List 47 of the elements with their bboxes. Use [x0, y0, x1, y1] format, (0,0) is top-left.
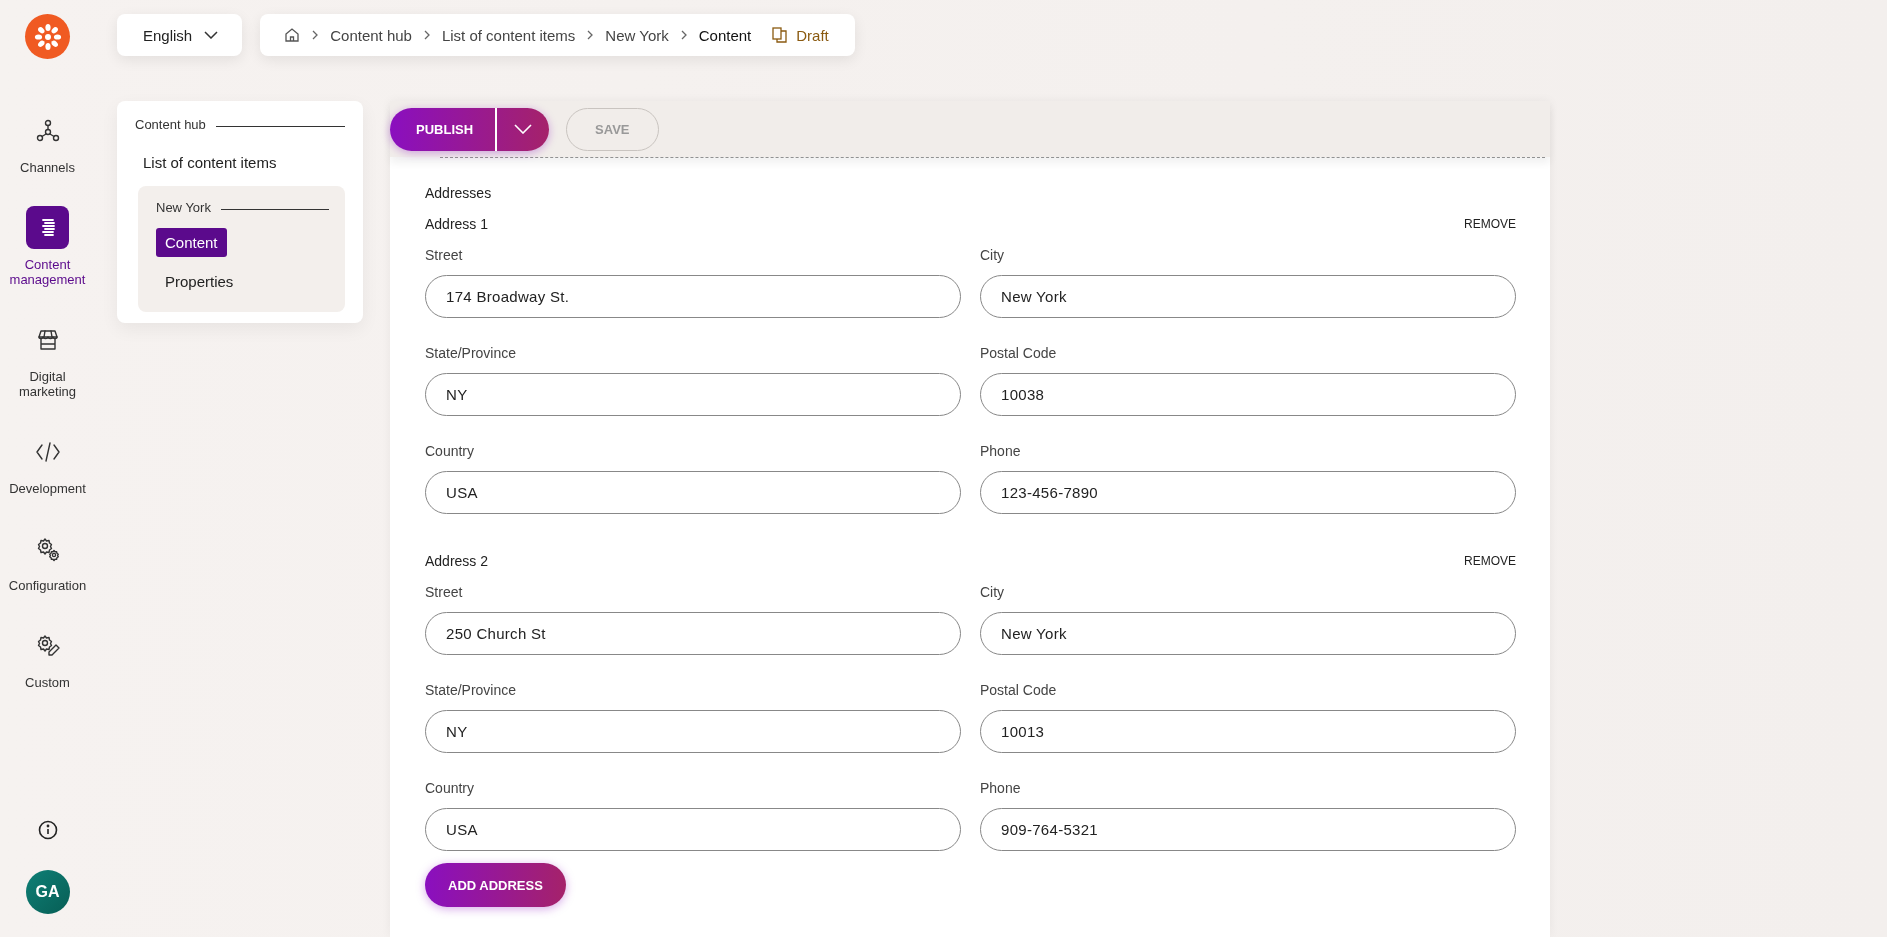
nav-item[interactable]: Development	[0, 430, 95, 496]
field-label: Postal Code	[980, 344, 1058, 362]
copy-pages-icon	[772, 27, 788, 43]
caret-icon	[514, 124, 533, 134]
breadcrumb-link[interactable]: Content	[698, 26, 752, 44]
tree-header: Content hub	[135, 117, 206, 132]
document-lines-icon	[26, 206, 69, 249]
user-avatar[interactable]: GA	[25, 870, 70, 914]
section-title: Addresses	[425, 184, 493, 202]
breadcrumb-link[interactable]: Content hub	[330, 26, 412, 44]
address-heading: Address 1	[425, 215, 489, 233]
caret-icon	[204, 31, 219, 39]
info-icon[interactable]	[37, 820, 58, 840]
nav-item[interactable]: Custom	[0, 624, 95, 690]
address-heading: Address 2	[425, 552, 489, 570]
nav-item[interactable]: Channels	[0, 109, 95, 175]
field-label: State/Province	[425, 344, 518, 362]
add-address-button[interactable]: ADD ADDRESS	[425, 863, 566, 907]
field-label: City	[980, 583, 1006, 601]
field-label: Postal Code	[980, 681, 1058, 699]
field-label: City	[980, 246, 1006, 264]
chevron-icon	[586, 30, 595, 40]
tree-item[interactable]: List of content items	[143, 154, 345, 171]
tree-item[interactable]: Content	[156, 228, 227, 257]
field-label: Country	[425, 779, 476, 797]
nav-item[interactable]: Digital marketing	[0, 318, 95, 399]
chevron-icon	[422, 30, 431, 40]
tree-item[interactable]: Properties	[156, 267, 243, 296]
status-label: Draft	[796, 26, 829, 44]
nav-item[interactable]: Content management	[0, 206, 95, 287]
field-label: Street	[425, 583, 464, 601]
remove-link[interactable]: REMOVE	[1464, 554, 1516, 568]
remove-link[interactable]: REMOVE	[1464, 217, 1516, 231]
breadcrumb-link[interactable]: List of content items	[441, 26, 576, 44]
chevron-icon	[679, 30, 688, 40]
chevron-icon	[311, 30, 320, 40]
field-label: Phone	[980, 442, 1022, 460]
logo-icon[interactable]	[25, 14, 70, 59]
home-icon[interactable]	[284, 27, 301, 43]
field-label: State/Province	[425, 681, 518, 699]
field-label: Phone	[980, 779, 1022, 797]
breadcrumb-link[interactable]: New York	[605, 26, 669, 44]
tree-header: New York	[156, 200, 211, 215]
nav-item[interactable]: Configuration	[0, 527, 95, 593]
field-label: Country	[425, 442, 476, 460]
language-dropdown[interactable]: English	[117, 14, 243, 56]
field-label: Street	[425, 246, 464, 264]
